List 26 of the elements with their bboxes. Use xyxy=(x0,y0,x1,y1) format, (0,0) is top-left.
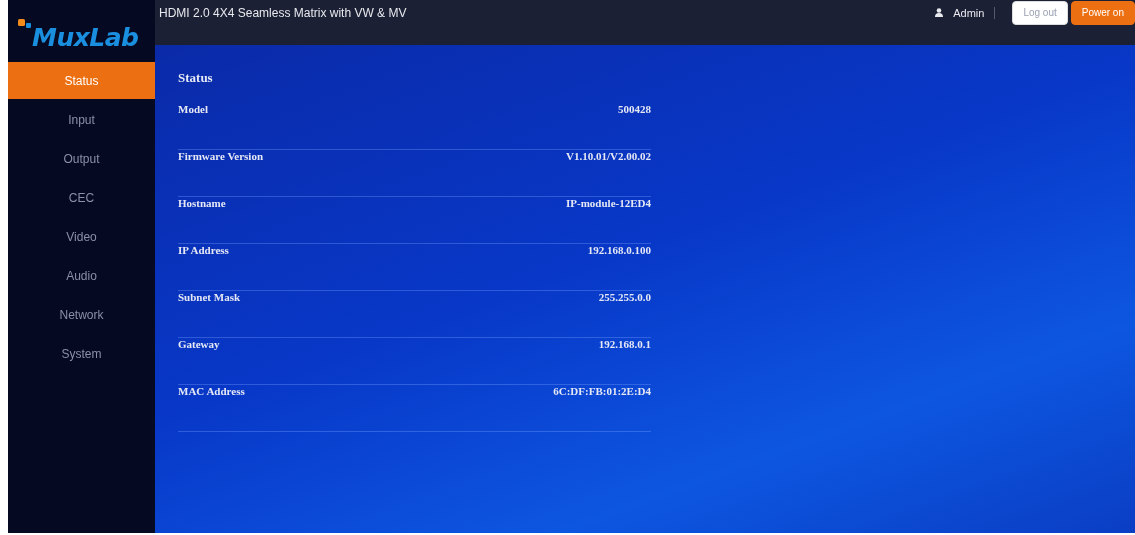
user-name: Admin xyxy=(953,6,985,19)
field-value: 192.168.0.1 xyxy=(598,338,651,352)
panel-title: Status xyxy=(178,70,214,86)
nav-item[interactable]: Network xyxy=(8,296,155,333)
field-value: 255.255.0.0 xyxy=(598,291,651,305)
field-label: Model xyxy=(178,103,208,117)
field-label: Hostname xyxy=(178,197,226,211)
field-label: IP Address xyxy=(178,244,229,258)
nav-item[interactable]: Output xyxy=(8,140,155,177)
field-value: 192.168.0.100 xyxy=(587,244,651,258)
nav-item[interactable]: Audio xyxy=(8,257,155,294)
field-value: 6C:DF:FB:01:2E:D4 xyxy=(553,385,651,399)
logo-text: MuxLab xyxy=(32,22,139,52)
field-value: IP-module-12ED4 xyxy=(566,197,651,211)
nav-item[interactable]: System xyxy=(8,335,155,372)
field-label: Gateway xyxy=(178,338,220,352)
nav-item[interactable]: CEC xyxy=(8,179,155,216)
user-icon xyxy=(935,8,944,17)
device-title: HDMI 2.0 4X4 Seamless Matrix with VW & MV xyxy=(159,5,407,20)
field-label: Subnet Mask xyxy=(178,291,241,305)
field-label: Firmware Version xyxy=(178,150,264,164)
nav-item[interactable]: Video xyxy=(8,218,155,255)
field-label: MAC Address xyxy=(178,385,245,399)
nav-item[interactable]: Input xyxy=(8,101,155,138)
field-value: 500428 xyxy=(618,103,651,117)
field-value: V1.10.01/V2.00.02 xyxy=(566,150,651,164)
